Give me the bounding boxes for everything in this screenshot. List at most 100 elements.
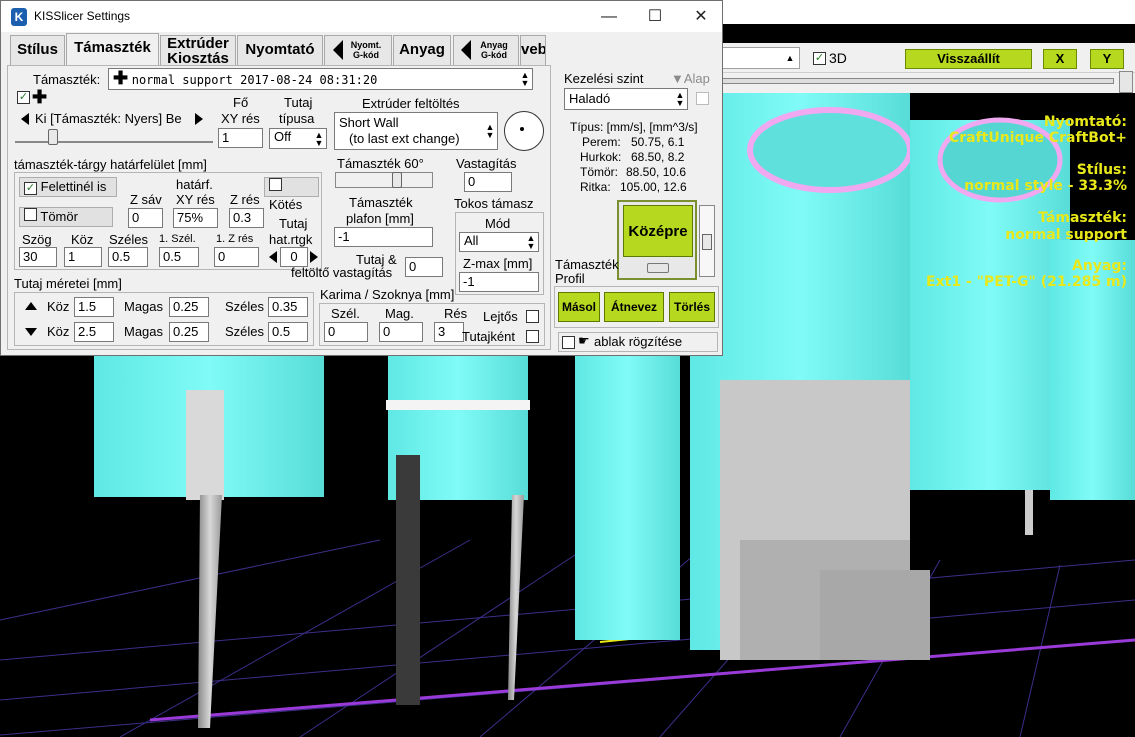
default-level-button[interactable]: ▼Alap <box>671 71 710 86</box>
speed-solid-value: 88.50, 10.6 <box>626 165 687 179</box>
show-3d-toggle[interactable]: ✓ 3D <box>813 49 847 67</box>
slider-thumb[interactable] <box>392 172 402 188</box>
tab-printer[interactable]: Nyomtató <box>237 35 323 65</box>
raft-type-select[interactable]: Off ▲ ▼ <box>269 128 327 149</box>
scroll-left-icon <box>333 40 343 61</box>
delete-profile-button[interactable]: Törlés <box>669 292 715 322</box>
slider-thumb[interactable] <box>48 129 58 145</box>
main-xy-gap-input[interactable]: 1 <box>218 128 263 148</box>
limit-xy-label-1: határf. <box>176 177 213 192</box>
center-y-slider[interactable] <box>699 205 715 277</box>
support60-slider[interactable] <box>335 172 433 188</box>
above-only-toggle[interactable]: ✓ Felettinél is <box>19 177 117 197</box>
limit-xy-input[interactable]: 75% <box>173 208 218 228</box>
add-icon[interactable]: ✚ <box>32 87 47 108</box>
raft-top-gap-input[interactable]: 1.5 <box>74 297 114 317</box>
bond-toggle[interactable]: Kötés <box>264 177 319 212</box>
spin-arrows-icon: ▲ ▼ <box>526 233 536 251</box>
raft-bottom-height-label: Magas <box>124 324 164 339</box>
close-icon[interactable]: ✕ <box>678 3 724 30</box>
center-x-slider[interactable] <box>647 263 669 273</box>
pin-window-toggle[interactable]: ☛ ablak rögzítése <box>558 332 718 352</box>
slider-right-arrow-icon[interactable] <box>195 113 203 125</box>
raft-top-width-input[interactable]: 0.35 <box>268 297 308 317</box>
tab-advanced[interactable]: Bővebb <box>520 35 546 65</box>
rename-profile-button[interactable]: Átnevez <box>604 292 664 322</box>
raft-layers-input[interactable]: 0 <box>280 247 308 267</box>
ceiling-label-1: Támaszték <box>349 195 413 210</box>
minimize-icon[interactable]: — <box>586 3 632 30</box>
angle-label: Szög <box>22 232 52 247</box>
mode-select[interactable]: All ▲ ▼ <box>459 232 539 252</box>
center-button[interactable]: Középre <box>623 205 693 257</box>
tab-extruder-mapping[interactable]: Extrúder Kiosztás <box>160 35 236 65</box>
view-x-button[interactable]: X <box>1043 49 1077 69</box>
angle-input[interactable]: 30 <box>19 247 57 267</box>
tab-printer-gcode[interactable]: Nyomt. G-kód <box>324 35 392 65</box>
z-band-input[interactable]: 0 <box>128 208 163 228</box>
level-select[interactable]: Haladó ▲ ▼ <box>564 88 688 110</box>
support-amount-slider[interactable] <box>15 129 213 145</box>
first-width-input[interactable]: 0.5 <box>159 247 199 267</box>
raft-bottom-arrow-icon <box>25 328 37 336</box>
support-overlay-label: Támaszték: <box>1038 210 1127 226</box>
raft-type-label-2: típusa <box>279 111 315 126</box>
tab-support[interactable]: Támaszték <box>66 33 159 65</box>
spin-arrows-icon: ▲ ▼ <box>485 122 495 140</box>
default-level-checkbox[interactable] <box>696 92 709 105</box>
tab-material[interactable]: Anyag <box>393 35 451 65</box>
z-gap-input[interactable]: 0.3 <box>229 208 264 228</box>
thickness-input[interactable]: 0 <box>464 172 512 192</box>
slider-thumb[interactable] <box>702 234 712 250</box>
slope-label: Lejtős <box>483 309 518 324</box>
brim-height-input[interactable]: 0 <box>379 322 423 342</box>
build-plate-grid <box>0 539 1135 737</box>
decrease-arrow-icon[interactable] <box>269 251 277 263</box>
raft-type-value: Off <box>274 129 292 144</box>
raft-bottom-gap-input[interactable]: 2.5 <box>74 322 114 342</box>
raft-top-gap-label: Köz <box>47 299 70 314</box>
brim-gap-label: Rés <box>444 306 468 321</box>
support60-label: Támaszték 60° <box>337 156 424 171</box>
solid-toggle[interactable]: Tömör <box>19 207 113 227</box>
brim-width-label: Szél. <box>331 306 360 321</box>
limit-xy-label-2: XY rés <box>176 192 215 207</box>
tab-material-gcode[interactable]: Anyag G-kód <box>453 35 519 65</box>
ceiling-input[interactable]: -1 <box>334 227 433 247</box>
plus-icon: ✚ <box>113 68 129 88</box>
raft-bottom-height-input[interactable]: 0.25 <box>169 322 209 342</box>
tab-style[interactable]: Stílus <box>10 35 65 65</box>
raft-layers-label-1: Tutaj <box>279 216 308 231</box>
width-input[interactable]: 0.5 <box>108 247 148 267</box>
reset-button[interactable]: Visszaállít <box>905 49 1032 69</box>
profile-enable-checkbox[interactable]: ✓ <box>17 91 30 104</box>
zmax-input[interactable]: -1 <box>459 272 539 292</box>
first-z-input[interactable]: 0 <box>214 247 259 267</box>
settings-window: K KISSlicer Settings — ☐ ✕ Stílus Támasz… <box>0 0 723 356</box>
view-select[interactable]: ▲ <box>722 47 800 69</box>
bond-label: Kötés <box>269 197 303 212</box>
slider-left-arrow-icon[interactable] <box>21 113 29 125</box>
gap-input[interactable]: 1 <box>64 247 102 267</box>
layer-slider-handle[interactable] <box>1119 71 1133 93</box>
extruder-fill-line1: Short Wall <box>339 115 399 130</box>
brim-width-input[interactable]: 0 <box>324 322 368 342</box>
raft-bottom-width-input[interactable]: 0.5 <box>268 322 308 342</box>
view-y-button[interactable]: Y <box>1090 49 1124 69</box>
raft-size-label: Tutaj méretei [mm] <box>14 276 122 291</box>
maximize-icon[interactable]: ☐ <box>632 3 678 30</box>
raft-top-height-input[interactable]: 0.25 <box>169 297 209 317</box>
increase-arrow-icon[interactable] <box>310 251 318 263</box>
layer-slider[interactable] <box>722 78 1114 84</box>
raft-fill-input[interactable]: 0 <box>405 257 443 277</box>
support-profile-select[interactable]: ✚ normal support 2017-08-24 08:31:20 ▲ ▼ <box>108 68 533 90</box>
build-plate-edge <box>149 638 1135 722</box>
window-title: KISSlicer Settings <box>34 9 131 23</box>
slope-checkbox[interactable] <box>526 310 539 323</box>
brim-gap-input[interactable]: 3 <box>434 322 464 342</box>
extruder-fill-select[interactable]: Short Wall (to last ext change) ▲ ▼ <box>334 112 498 150</box>
as-raft-checkbox[interactable] <box>526 330 539 343</box>
printer-overlay-value: CraftUnique CraftBot+ <box>948 130 1127 146</box>
copy-profile-button[interactable]: Másol <box>558 292 600 322</box>
angle-dial[interactable] <box>504 111 544 151</box>
